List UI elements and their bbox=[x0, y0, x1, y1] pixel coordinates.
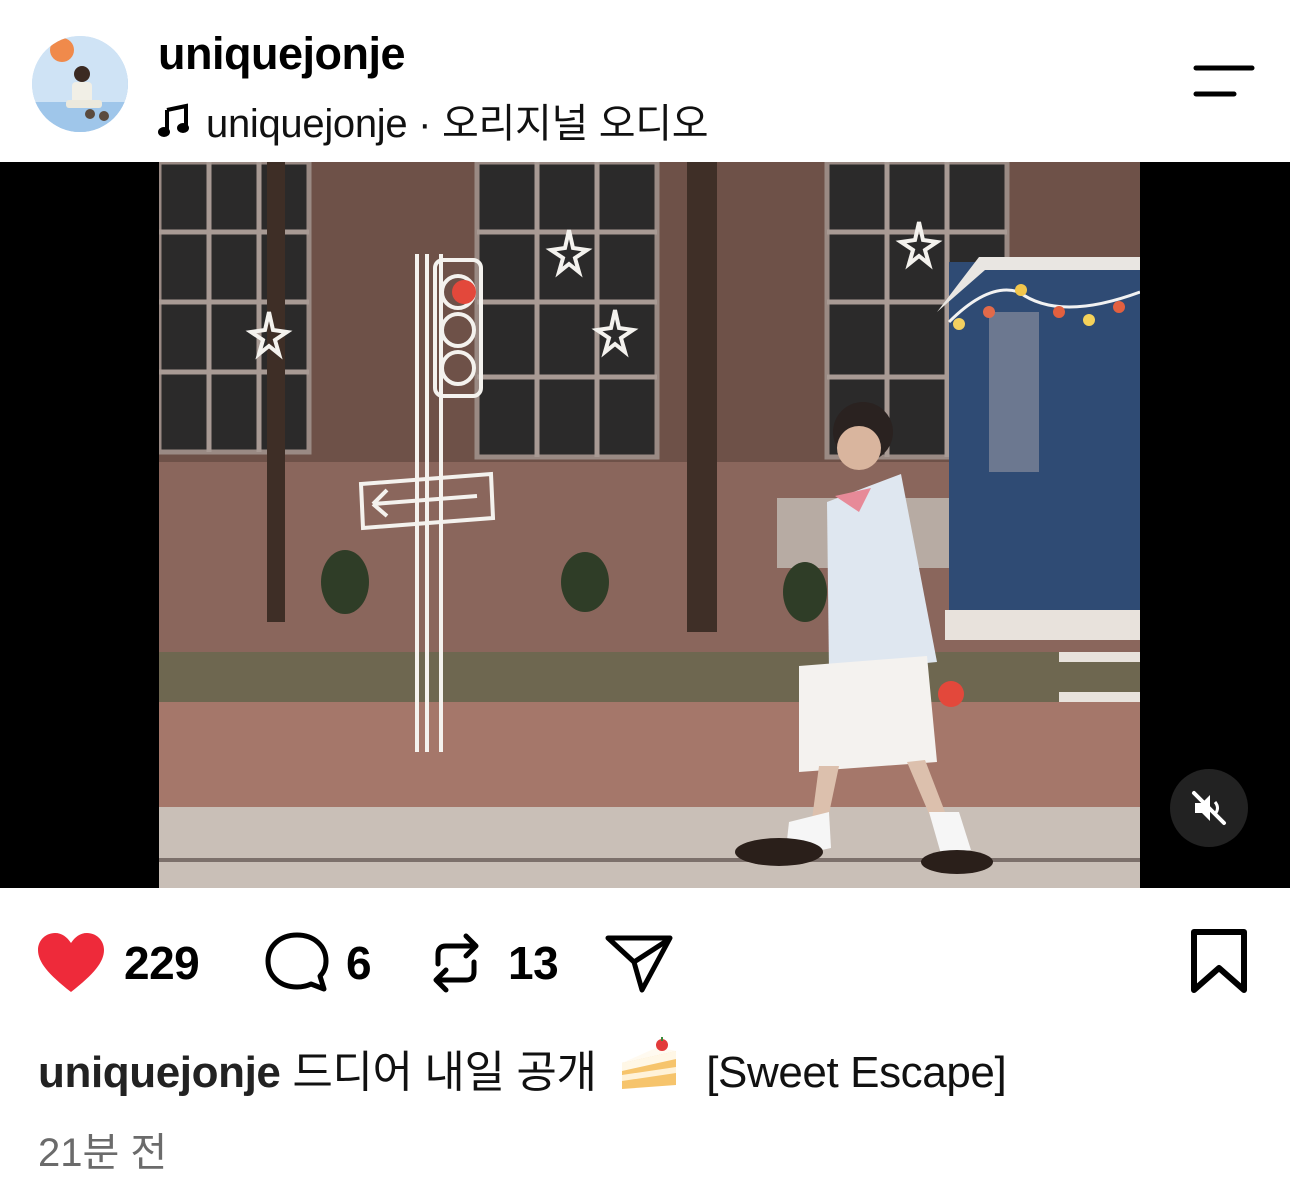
video-frame bbox=[159, 162, 1140, 888]
like-count: 229 bbox=[124, 937, 200, 989]
like-button[interactable]: 229 bbox=[36, 918, 200, 1008]
bookmark-button[interactable] bbox=[1186, 928, 1252, 996]
send-icon bbox=[605, 935, 673, 993]
speaker-muted-icon bbox=[1192, 791, 1226, 825]
caption-username[interactable]: uniquejonje bbox=[38, 1048, 281, 1097]
avatar[interactable] bbox=[32, 36, 128, 132]
menu-button[interactable] bbox=[1188, 62, 1258, 102]
mute-toggle-button[interactable] bbox=[1170, 769, 1248, 847]
post-header: uniquejonje uniquejonje · 오리지널 오디오 bbox=[0, 0, 1290, 162]
timestamp: 21분 전 bbox=[38, 1131, 168, 1175]
menu-icon bbox=[1193, 65, 1255, 97]
caption-tag: [Sweet Escape] bbox=[706, 1048, 1007, 1097]
comment-bubble-icon bbox=[265, 932, 329, 992]
repost-icon bbox=[433, 933, 479, 993]
audio-attribution[interactable]: uniquejonje · 오리지널 오디오 bbox=[158, 96, 709, 146]
cake-icon bbox=[622, 1037, 677, 1089]
action-bar: 229 6 13 bbox=[0, 918, 1290, 1008]
avatar-image bbox=[32, 36, 128, 132]
caption-text: 드디어 내일 공개 bbox=[292, 1048, 597, 1097]
repost-count: 13 bbox=[508, 937, 559, 989]
bookmark-icon bbox=[1191, 929, 1247, 993]
repost-button[interactable]: 13 bbox=[426, 918, 559, 1008]
username[interactable]: uniquejonje bbox=[158, 28, 406, 80]
caption: uniquejonje 드디어 내일 공개 [Sweet Escape] bbox=[38, 1036, 1007, 1100]
comment-button[interactable]: 6 bbox=[264, 918, 372, 1008]
heart-filled-icon bbox=[38, 933, 104, 992]
video-player[interactable] bbox=[0, 162, 1290, 888]
music-note-icon bbox=[158, 103, 189, 137]
audio-label: uniquejonje · 오리지널 오디오 bbox=[206, 102, 709, 146]
share-button[interactable] bbox=[604, 918, 674, 1008]
comment-count: 6 bbox=[346, 937, 372, 989]
